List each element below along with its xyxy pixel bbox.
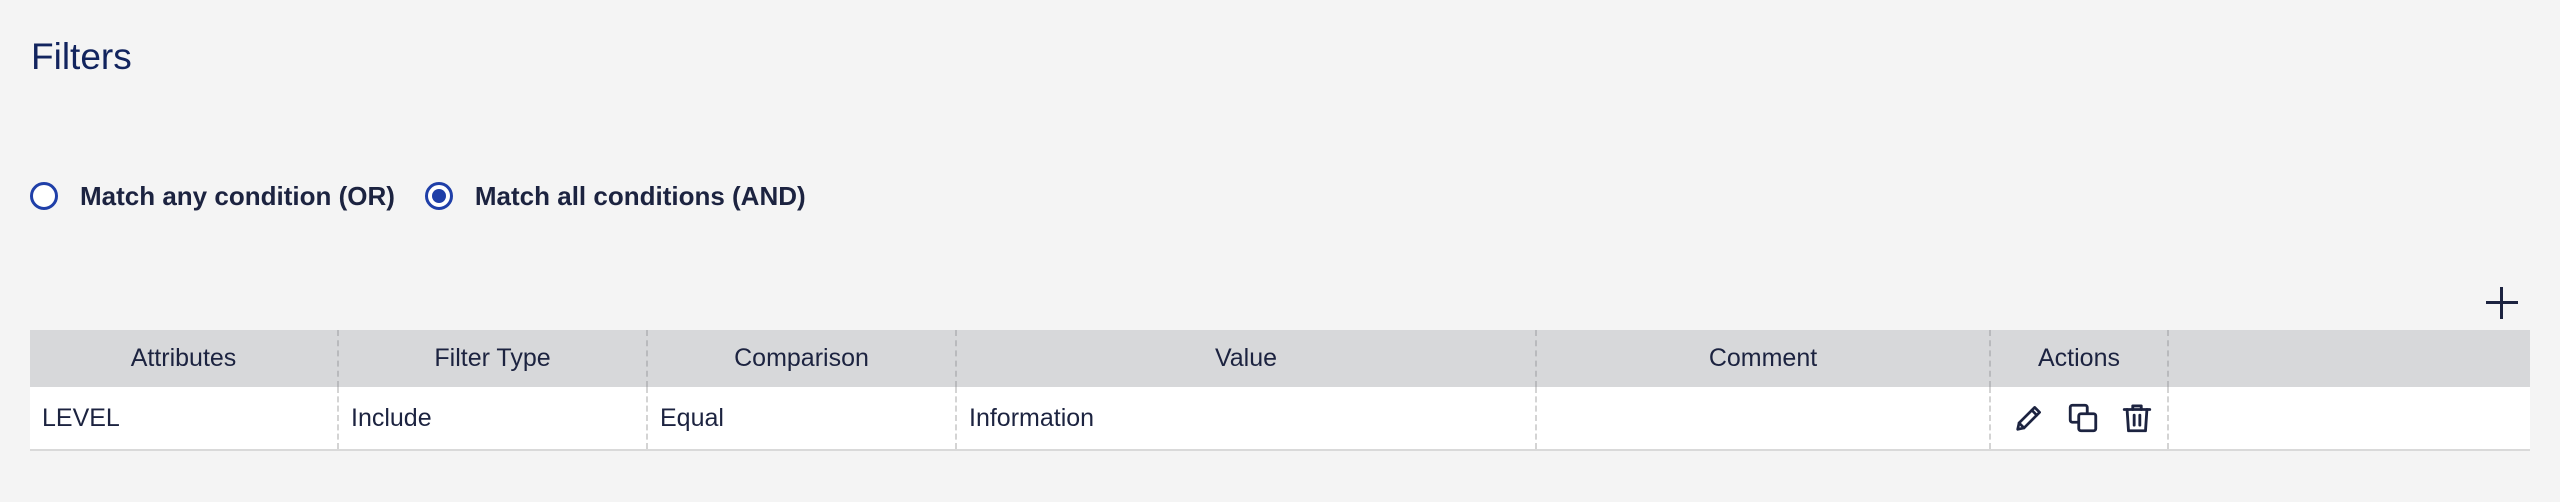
cell-attribute: LEVEL bbox=[30, 387, 339, 449]
match-all-radio[interactable] bbox=[424, 182, 453, 210]
filters-page: Filters Match any condition (OR) Match a… bbox=[0, 0, 2560, 502]
column-header-attributes: Attributes bbox=[30, 330, 339, 387]
add-filter-button[interactable] bbox=[2484, 285, 2520, 321]
pencil-icon[interactable] bbox=[2011, 400, 2047, 436]
trash-icon[interactable] bbox=[2119, 400, 2155, 436]
column-header-comment: Comment bbox=[1537, 330, 1991, 387]
cell-comparison: Equal bbox=[648, 387, 957, 449]
column-header-filter-type: Filter Type bbox=[339, 330, 648, 387]
copy-icon[interactable] bbox=[2065, 400, 2101, 436]
page-title: Filters bbox=[31, 36, 132, 77]
filters-table: Attributes Filter Type Comparison Value … bbox=[30, 330, 2530, 451]
column-header-comparison: Comparison bbox=[648, 330, 957, 387]
match-any-option[interactable]: Match any condition (OR) bbox=[30, 181, 395, 212]
match-any-radio[interactable] bbox=[30, 182, 58, 210]
column-header-actions: Actions bbox=[1991, 330, 2169, 387]
cell-filter-type: Include bbox=[339, 387, 648, 449]
table-header: Attributes Filter Type Comparison Value … bbox=[30, 330, 2530, 387]
cell-spacer bbox=[2169, 387, 2530, 449]
column-header-value: Value bbox=[957, 330, 1537, 387]
table-body: LEVEL Include Equal Information bbox=[30, 387, 2530, 451]
match-all-label: Match all conditions (AND) bbox=[474, 180, 806, 211]
match-mode-group: Match any condition (OR) Match all condi… bbox=[30, 176, 806, 216]
cell-comment bbox=[1537, 387, 1991, 449]
table-row: LEVEL Include Equal Information bbox=[30, 387, 2530, 451]
cell-actions bbox=[1991, 387, 2169, 449]
column-header-spacer bbox=[2169, 330, 2530, 387]
cell-value: Information bbox=[957, 387, 1537, 449]
match-any-label: Match any condition (OR) bbox=[80, 180, 395, 211]
match-all-option[interactable]: Match all conditions (AND) bbox=[424, 180, 806, 212]
